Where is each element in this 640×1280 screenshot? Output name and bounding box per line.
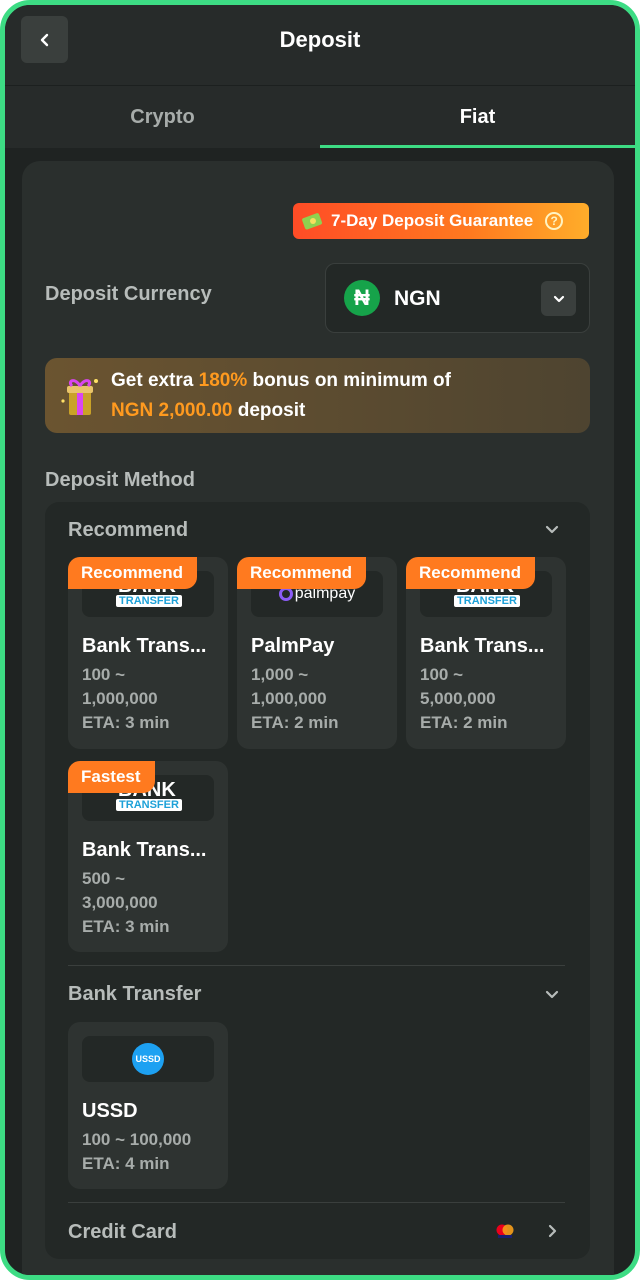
bonus-suffix: deposit (232, 400, 306, 421)
bonus-text-line-1: Get extra 180% bonus on minimum of (111, 370, 451, 392)
recommend-tag: Recommend (68, 557, 198, 589)
method-range-max: 5,000,000 (420, 689, 496, 708)
deposit-guarantee-banner[interactable]: 7-Day Deposit Guarantee ? (293, 203, 589, 239)
method-name: Bank Trans... (420, 635, 545, 657)
bonus-banner: Get extra 180% bonus on minimum of NGN 2… (45, 358, 590, 433)
method-details: 1,000 ~ 1,000,000 ETA: 2 min (251, 663, 387, 735)
recommend-tag: Recommend (237, 557, 367, 589)
method-eta: ETA: 4 min (82, 1154, 170, 1173)
deposit-currency-label: Deposit Currency (45, 283, 212, 305)
header: Deposit (5, 5, 635, 85)
currency-select[interactable]: ₦ NGN (325, 263, 590, 333)
tab-bar: Crypto Fiat (5, 85, 635, 148)
method-name: PalmPay (251, 635, 335, 657)
method-eta: ETA: 3 min (82, 917, 170, 936)
deposit-card: 7-Day Deposit Guarantee ? Deposit Curren… (22, 161, 614, 1275)
method-range-min: 1,000 ~ (251, 665, 309, 684)
bank-logo-bottom: TRANSFER (116, 799, 182, 811)
method-range: 100 ~ 100,000 (82, 1130, 192, 1149)
deposit-methods-panel: Recommend BANK TRANSFER Recommend Bank T… (45, 502, 590, 1259)
divider (68, 1202, 565, 1203)
ussd-icon: USSD (132, 1043, 164, 1075)
logo-box: USSD (82, 1036, 214, 1082)
method-range-max: 3,000,000 (82, 893, 158, 912)
section-bank-transfer-title: Bank Transfer (68, 983, 202, 1005)
bonus-text-line-2: NGN 2,000.00 deposit (111, 400, 305, 422)
method-details: 100 ~ 1,000,000 ETA: 3 min (82, 663, 218, 735)
money-icon (302, 213, 323, 230)
chevron-down-icon[interactable] (543, 520, 561, 538)
method-range-min: 500 ~ (82, 869, 126, 888)
page-title: Deposit (279, 27, 361, 52)
method-range-min: 100 ~ (82, 665, 126, 684)
method-eta: ETA: 2 min (420, 713, 508, 732)
method-card-palmpay[interactable]: palmpay Recommend PalmPay 1,000 ~ 1,000,… (237, 557, 397, 749)
divider (68, 965, 565, 966)
palmpay-icon (278, 587, 293, 601)
currency-code: NGN (394, 287, 441, 310)
method-details: 100 ~ 5,000,000 ETA: 2 min (420, 663, 556, 735)
currency-dropdown-button[interactable] (541, 281, 576, 316)
bank-logo-bottom: TRANSFER (454, 595, 520, 607)
bonus-amount: NGN 2,000.00 (111, 400, 233, 421)
method-eta: ETA: 3 min (82, 713, 170, 732)
deposit-method-label: Deposit Method (45, 469, 195, 491)
gift-icon (61, 379, 98, 415)
method-details: 500 ~ 3,000,000 ETA: 3 min (82, 867, 218, 939)
tab-crypto[interactable]: Crypto (5, 86, 320, 148)
bonus-percent: 180% (198, 370, 248, 391)
section-recommend-title: Recommend (68, 519, 189, 541)
chevron-right-icon[interactable] (543, 1222, 561, 1240)
method-name: Bank Trans... (82, 839, 207, 861)
method-eta: ETA: 2 min (251, 713, 339, 732)
method-card-bank-transfer-1[interactable]: BANK TRANSFER Recommend Bank Trans... 10… (68, 557, 228, 749)
naira-icon: ₦ (344, 280, 380, 316)
chevron-down-icon (553, 295, 564, 302)
section-credit-card-title[interactable]: Credit Card (68, 1221, 177, 1244)
help-icon[interactable]: ? (545, 212, 564, 230)
card-brand-icon (496, 1224, 514, 1238)
method-details: 100 ~ 100,000 ETA: 4 min (82, 1128, 218, 1176)
app-frame: Deposit Crypto Fiat 7-Day Deposit Guaran… (0, 0, 640, 1280)
method-card-bank-transfer-2[interactable]: BANK TRANSFER Recommend Bank Trans... 10… (406, 557, 566, 749)
chevron-down-icon[interactable] (543, 985, 561, 1003)
tab-fiat[interactable]: Fiat (320, 86, 635, 148)
method-card-ussd[interactable]: USSD USSD 100 ~ 100,000 ETA: 4 min (68, 1022, 228, 1189)
method-name: Bank Trans... (82, 635, 207, 657)
method-range-max: 1,000,000 (82, 689, 158, 708)
bonus-prefix: Get extra (111, 370, 199, 391)
method-card-bank-transfer-3[interactable]: BANK TRANSFER Fastest Bank Trans... 500 … (68, 761, 228, 952)
method-name: USSD (82, 1100, 138, 1122)
fastest-tag: Fastest (68, 761, 155, 793)
recommend-tag: Recommend (406, 557, 536, 589)
bonus-middle: bonus on minimum of (247, 370, 451, 391)
method-range-min: 100 ~ (420, 665, 464, 684)
bank-logo-bottom: TRANSFER (116, 595, 182, 607)
guarantee-label: 7-Day Deposit Guarantee (331, 211, 534, 230)
method-range-max: 1,000,000 (251, 689, 327, 708)
